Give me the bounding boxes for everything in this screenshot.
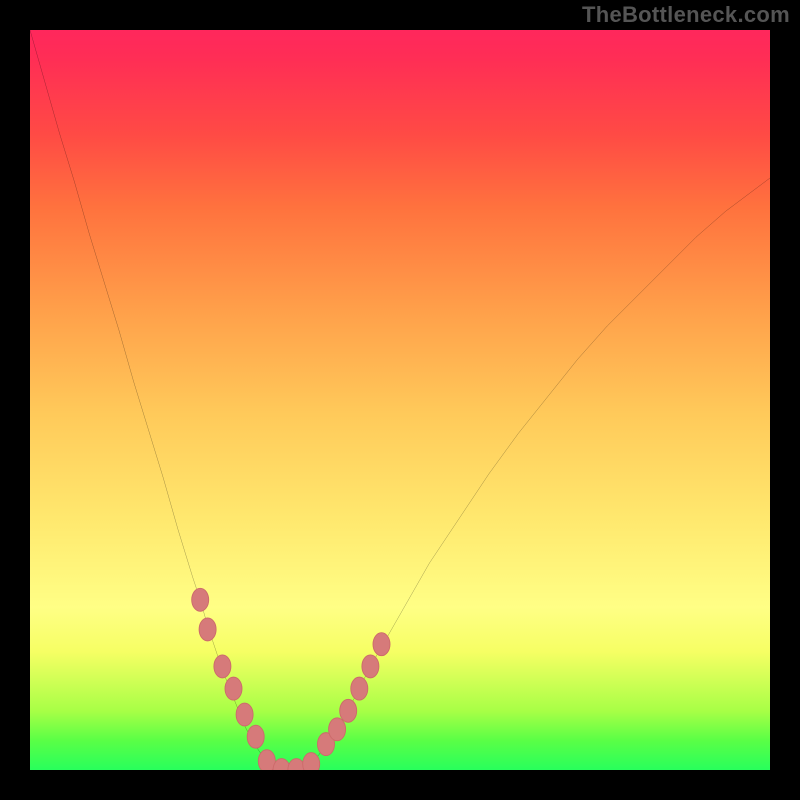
bottleneck-curve-path <box>30 30 770 770</box>
curve-marker <box>258 750 275 770</box>
curve-marker <box>214 655 231 678</box>
curve-marker <box>329 718 346 741</box>
curve-marker <box>225 677 242 700</box>
curve-marker <box>288 759 305 770</box>
marker-layer <box>30 30 770 770</box>
curve-layer <box>30 30 770 770</box>
curve-marker <box>362 655 379 678</box>
curve-marker <box>373 633 390 656</box>
curve-marker <box>303 753 320 770</box>
curve-marker <box>351 677 368 700</box>
curve-marker <box>317 733 334 756</box>
curve-marker <box>199 618 216 641</box>
curve-marker <box>273 759 290 770</box>
attribution-label: TheBottleneck.com <box>582 2 790 28</box>
curve-marker <box>247 725 264 748</box>
curve-marker <box>340 699 357 722</box>
curve-marker <box>192 588 209 611</box>
chart-frame: TheBottleneck.com <box>0 0 800 800</box>
plot-area <box>30 30 770 770</box>
curve-marker <box>236 703 253 726</box>
